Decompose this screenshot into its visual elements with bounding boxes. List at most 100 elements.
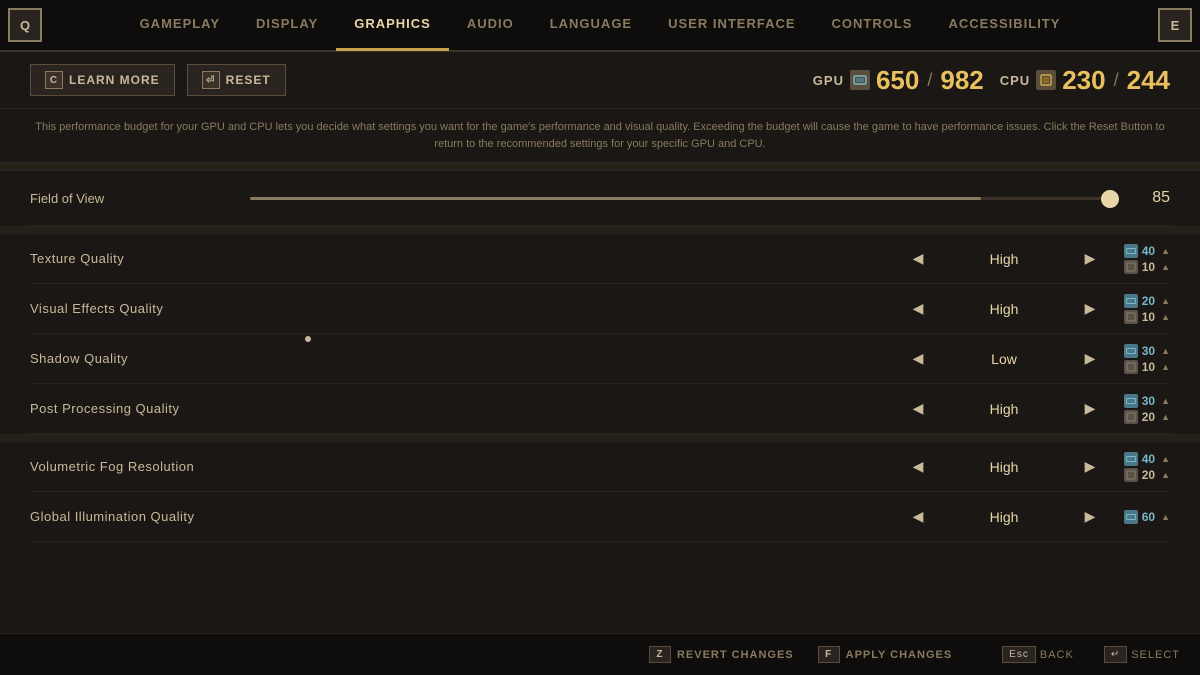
apply-key: F bbox=[818, 646, 840, 663]
arrow-left-1[interactable]: ◀ bbox=[908, 299, 928, 319]
gpu-dot-11 bbox=[1124, 510, 1138, 524]
reset-key: ⏎ bbox=[202, 71, 220, 89]
gpu-max: 982 bbox=[940, 65, 983, 96]
setting-value-3: High bbox=[944, 401, 1064, 417]
gpu-up-arrow-1: ▲ bbox=[1161, 296, 1170, 306]
cpu-dot-3 bbox=[1124, 410, 1138, 424]
cpu-up-arrow-0: ▲ bbox=[1161, 262, 1170, 272]
setting-row-3: Post Processing Quality◀ High ▶30▲20▲ bbox=[30, 384, 1170, 434]
gpu-current: 650 bbox=[876, 65, 919, 96]
arrow-right-11[interactable]: ▶ bbox=[1080, 507, 1100, 527]
setting-row-10: Volumetric Fog Resolution◀High▶40▲20▲ bbox=[30, 442, 1170, 492]
tab-gameplay[interactable]: GAMEPLAY bbox=[122, 0, 238, 51]
nav-left-key[interactable]: Q bbox=[8, 8, 42, 42]
gpu-label: GPU bbox=[813, 73, 844, 88]
reset-button[interactable]: ⏎ RESET bbox=[187, 64, 286, 96]
select-label: SELECT bbox=[1131, 649, 1180, 661]
fov-slider-thumb[interactable] bbox=[1101, 190, 1119, 208]
gpu-up-arrow-11: ▲ bbox=[1161, 512, 1170, 522]
cpu-max: 244 bbox=[1127, 65, 1170, 96]
gpu-up-arrow-10: ▲ bbox=[1161, 454, 1170, 464]
arrow-right-10[interactable]: ▶ bbox=[1080, 457, 1100, 477]
bottom-bar: Z REVERT CHANGES F APPLY CHANGES Esc BAC… bbox=[0, 633, 1200, 675]
tab-audio[interactable]: AUDIO bbox=[449, 0, 532, 51]
gpu-dot-2 bbox=[1124, 344, 1138, 358]
setting-value-0: High bbox=[944, 251, 1064, 267]
gpu-dot-0 bbox=[1124, 244, 1138, 258]
revert-changes-action[interactable]: Z REVERT CHANGES bbox=[649, 646, 794, 663]
back-key: Esc bbox=[1002, 646, 1036, 663]
arrow-left-3[interactable]: ◀ bbox=[908, 399, 928, 419]
arrow-right-0[interactable]: ▶ bbox=[1080, 249, 1100, 269]
toolbar: C LEARN MORE ⏎ RESET GPU 650 / 982 CPU bbox=[0, 52, 1200, 109]
section-divider-2 bbox=[0, 226, 1200, 234]
setting-control-11: ◀High▶ bbox=[908, 507, 1100, 527]
cost-badges-2: 30▲ 10 ▲ bbox=[1100, 344, 1170, 374]
fov-slider-container[interactable] bbox=[230, 197, 1130, 200]
fov-slider-track[interactable] bbox=[250, 197, 1110, 200]
select-action[interactable]: ↵ SELECT bbox=[1104, 646, 1180, 663]
gpu-cost-10: 40▲ bbox=[1124, 452, 1170, 466]
gpu-separator: / bbox=[927, 70, 932, 91]
cpu-cost-10: 20 ▲ bbox=[1124, 468, 1170, 482]
cursor bbox=[305, 336, 311, 342]
gpu-cost-value-2: 30 bbox=[1142, 344, 1155, 358]
cpu-dot-0 bbox=[1124, 260, 1138, 274]
learn-more-button[interactable]: C LEARN MORE bbox=[30, 64, 175, 96]
setting-control-2: ◀Low▶ bbox=[908, 349, 1100, 369]
reset-label: RESET bbox=[226, 73, 271, 87]
gpu-up-arrow-0: ▲ bbox=[1161, 246, 1170, 256]
cpu-label: CPU bbox=[1000, 73, 1030, 88]
setting-label-3: Post Processing Quality bbox=[30, 401, 908, 416]
arrow-left-2[interactable]: ◀ bbox=[908, 349, 928, 369]
cpu-up-arrow-2: ▲ bbox=[1161, 362, 1170, 372]
cpu-dot-2 bbox=[1124, 360, 1138, 374]
setting-label-2: Shadow Quality bbox=[30, 351, 908, 366]
cpu-cost-value-2: 10 bbox=[1142, 360, 1155, 374]
arrow-left-11[interactable]: ◀ bbox=[908, 507, 928, 527]
arrow-right-3[interactable]: ▶ bbox=[1080, 399, 1100, 419]
cost-badges-3: 30▲20▲ bbox=[1100, 394, 1170, 424]
setting-row-1: Visual Effects Quality◀High▶20▲10▲ bbox=[30, 284, 1170, 334]
tab-display[interactable]: DISPLAY bbox=[238, 0, 336, 51]
cost-badges-11: 60▲ bbox=[1100, 510, 1170, 524]
cpu-icon bbox=[1036, 70, 1056, 90]
setting-row-0: Texture Quality◀High▶40▲10▲ bbox=[30, 234, 1170, 284]
tab-controls[interactable]: CONTROLS bbox=[814, 0, 931, 51]
fov-section: Field of View 85 bbox=[0, 171, 1200, 226]
learn-more-key: C bbox=[45, 71, 63, 89]
cpu-budget: CPU 230 / 244 bbox=[1000, 65, 1170, 96]
revert-key: Z bbox=[649, 646, 671, 663]
setting-value-1: High bbox=[944, 301, 1064, 317]
gpu-cost-value-0: 40 bbox=[1142, 244, 1155, 258]
apply-changes-action[interactable]: F APPLY CHANGES bbox=[818, 646, 953, 663]
arrow-left-10[interactable]: ◀ bbox=[908, 457, 928, 477]
tab-graphics[interactable]: GRAPHICS bbox=[336, 0, 449, 51]
cpu-cost-value-10: 20 bbox=[1142, 468, 1155, 482]
section-divider-1 bbox=[0, 163, 1200, 171]
gpu-cost-2: 30▲ bbox=[1124, 344, 1170, 358]
fov-value: 85 bbox=[1130, 189, 1170, 207]
tab-language[interactable]: LANGUAGE bbox=[532, 0, 650, 51]
select-key: ↵ bbox=[1104, 646, 1127, 663]
cpu-separator: / bbox=[1114, 70, 1119, 91]
setting-control-3: ◀ High ▶ bbox=[908, 399, 1100, 419]
fov-row: Field of View 85 bbox=[30, 171, 1170, 226]
apply-label: APPLY CHANGES bbox=[846, 649, 953, 661]
tab-accessibility[interactable]: ACCESSIBILITY bbox=[930, 0, 1078, 51]
cpu-cost-2: 10 ▲ bbox=[1124, 360, 1170, 374]
gpu-dot-10 bbox=[1124, 452, 1138, 466]
nav-right-key[interactable]: E bbox=[1158, 8, 1192, 42]
arrow-right-1[interactable]: ▶ bbox=[1080, 299, 1100, 319]
gpu-cost-1: 20▲ bbox=[1124, 294, 1170, 308]
tab-user-interface[interactable]: USER INTERFACE bbox=[650, 0, 813, 51]
arrow-right-2[interactable]: ▶ bbox=[1080, 349, 1100, 369]
description-text: This performance budget for your GPU and… bbox=[30, 119, 1170, 152]
arrow-left-0[interactable]: ◀ bbox=[908, 249, 928, 269]
cpu-up-arrow-10: ▲ bbox=[1161, 470, 1170, 480]
cpu-current: 230 bbox=[1062, 65, 1105, 96]
back-label: BACK bbox=[1040, 649, 1074, 661]
gpu-budget: GPU 650 / 982 bbox=[813, 65, 984, 96]
cpu-cost-value-1: 10 bbox=[1142, 310, 1155, 324]
back-action[interactable]: Esc BACK bbox=[1002, 646, 1074, 663]
